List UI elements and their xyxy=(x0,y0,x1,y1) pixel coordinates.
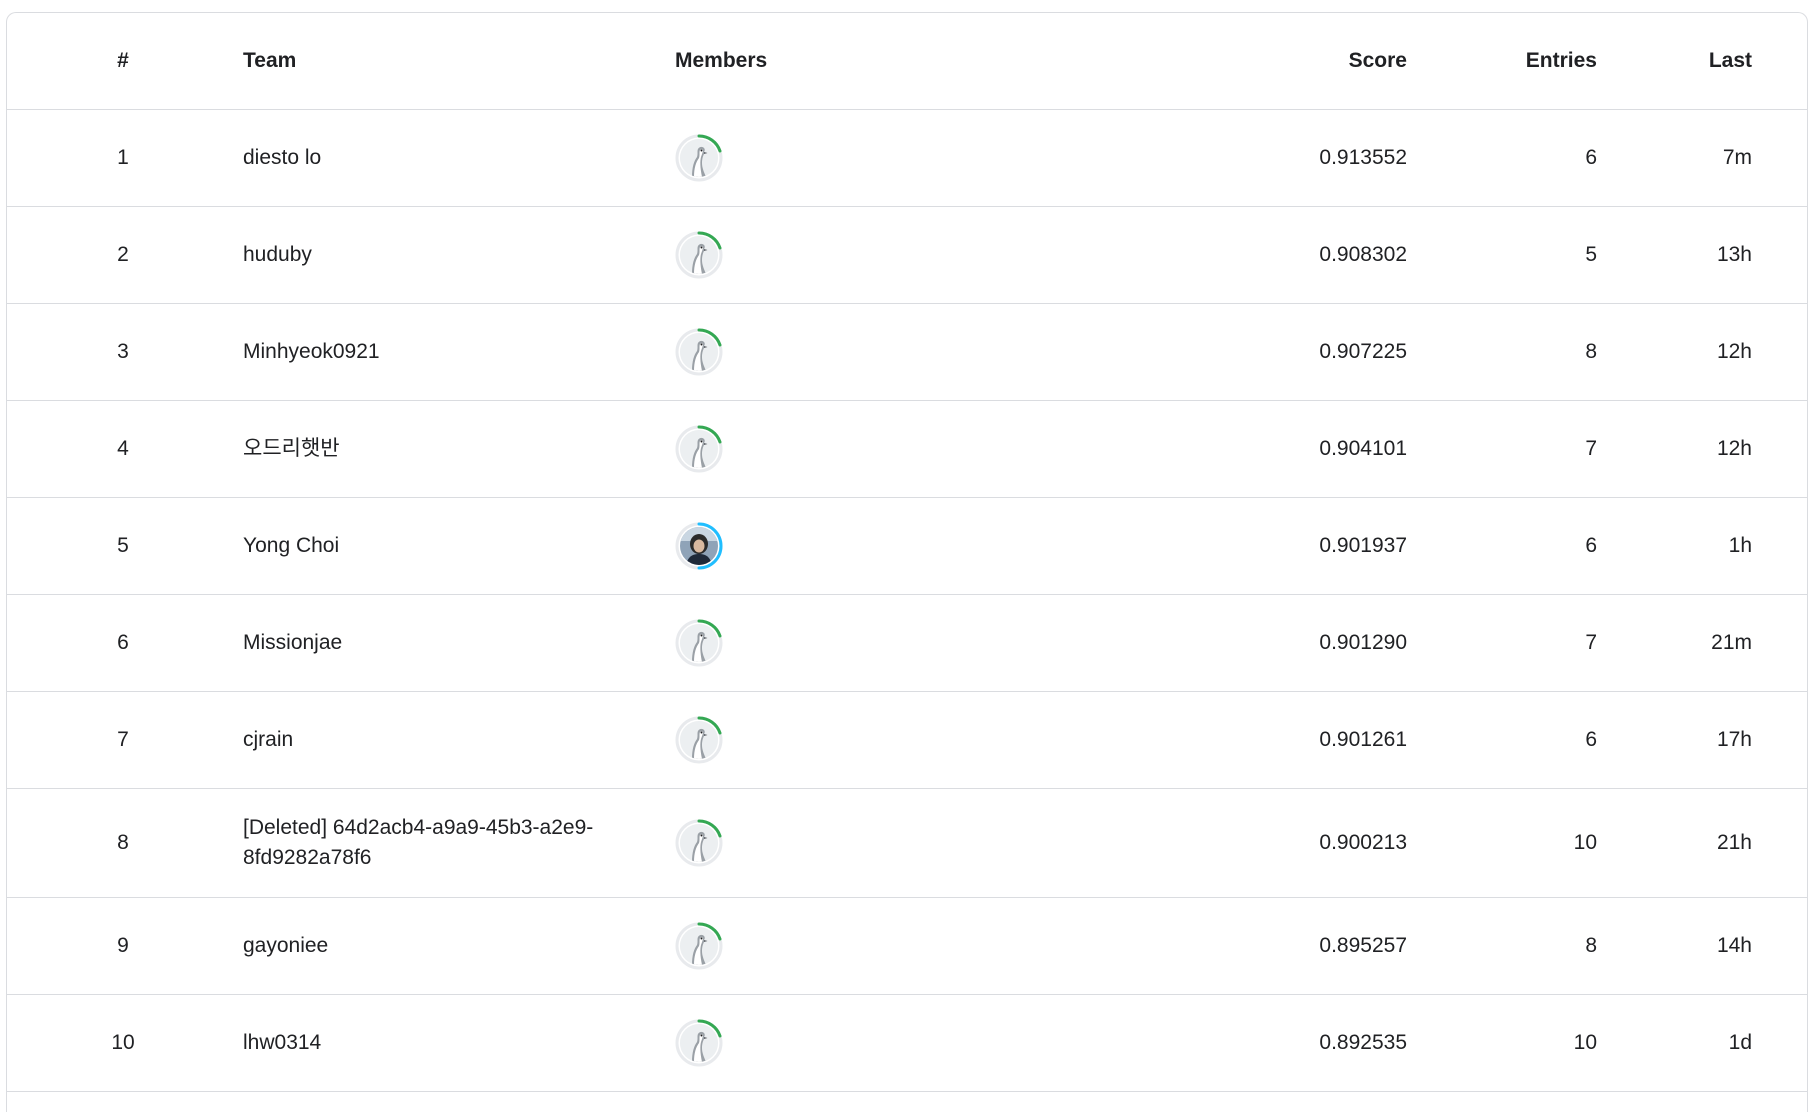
score-cell: 0.900213 xyxy=(1319,831,1407,854)
leaderboard-rows: 1 diesto lo 0.913552 6 7m 2 huduby 0.908302 5 13h… xyxy=(7,110,1807,1092)
last-submission-cell: 12h xyxy=(1716,437,1752,460)
score-cell: 0.901261 xyxy=(1319,728,1407,751)
table-row: 10 lhw0314 0.892535 10 1d xyxy=(7,995,1807,1092)
rank-cell: 9 xyxy=(117,934,129,957)
member-avatar[interactable] xyxy=(675,819,723,867)
leaderboard-header: # Team Members Score Entries Last xyxy=(7,13,1807,110)
leaderboard-table: # Team Members Score Entries Last 1 diest… xyxy=(6,12,1808,1112)
score-cell: 0.895257 xyxy=(1319,934,1407,957)
member-avatar[interactable] xyxy=(675,522,723,570)
last-submission-cell: 21m xyxy=(1711,631,1752,654)
team-name[interactable]: huduby xyxy=(243,207,643,303)
table-row: 4 오드리햇반 0.904101 7 12h xyxy=(7,401,1807,498)
rank-cell: 2 xyxy=(117,243,129,266)
default-goose-avatar xyxy=(680,824,718,862)
members-cell xyxy=(675,898,875,994)
last-submission-cell: 7m xyxy=(1722,146,1752,169)
team-name[interactable]: Minhyeok0921 xyxy=(243,304,643,400)
default-goose-avatar xyxy=(680,236,718,274)
member-avatar[interactable] xyxy=(675,1019,723,1067)
header-entries[interactable]: Entries xyxy=(1447,13,1597,109)
table-row: 6 Missionjae 0.901290 7 21m xyxy=(7,595,1807,692)
entries-cell: 10 xyxy=(1573,1031,1597,1054)
default-goose-avatar xyxy=(680,624,718,662)
entries-cell: 10 xyxy=(1573,831,1597,854)
member-avatar[interactable] xyxy=(675,619,723,667)
score-cell: 0.892535 xyxy=(1319,1031,1407,1054)
team-name[interactable]: diesto lo xyxy=(243,110,643,206)
score-cell: 0.901937 xyxy=(1319,534,1407,557)
members-cell xyxy=(675,692,875,788)
last-submission-cell: 1h xyxy=(1728,534,1752,557)
team-name[interactable]: 오드리햇반 xyxy=(243,401,643,497)
table-row: 3 Minhyeok0921 0.907225 8 12h xyxy=(7,304,1807,401)
team-name[interactable]: cjrain xyxy=(243,692,643,788)
default-goose-avatar xyxy=(680,1024,718,1062)
user-photo-avatar xyxy=(680,527,718,565)
entries-cell: 7 xyxy=(1585,437,1597,460)
table-row: 8 [Deleted] 64d2acb4-a9a9-45b3-a2e9-8fd92… xyxy=(7,789,1807,898)
rank-cell: 6 xyxy=(117,631,129,654)
members-cell xyxy=(675,304,875,400)
rank-cell: 4 xyxy=(117,437,129,460)
entries-cell: 6 xyxy=(1585,534,1597,557)
entries-cell: 8 xyxy=(1585,934,1597,957)
team-name[interactable]: Missionjae xyxy=(243,595,643,691)
members-cell xyxy=(675,995,875,1091)
default-goose-avatar xyxy=(680,139,718,177)
entries-cell: 6 xyxy=(1585,146,1597,169)
rank-cell: 1 xyxy=(117,146,129,169)
entries-cell: 5 xyxy=(1585,243,1597,266)
rank-cell: 8 xyxy=(117,831,129,854)
score-cell: 0.907225 xyxy=(1319,340,1407,363)
member-avatar[interactable] xyxy=(675,231,723,279)
rank-cell: 7 xyxy=(117,728,129,751)
members-cell xyxy=(675,401,875,497)
table-row: 5 Yong Choi 0.901937 6 1h xyxy=(7,498,1807,595)
header-last[interactable]: Last xyxy=(1607,13,1752,109)
header-team[interactable]: Team xyxy=(243,13,643,109)
table-row: 7 cjrain 0.901261 6 17h xyxy=(7,692,1807,789)
header-score[interactable]: Score xyxy=(1107,13,1407,109)
members-cell xyxy=(675,207,875,303)
table-row: 2 huduby 0.908302 5 13h xyxy=(7,207,1807,304)
member-avatar[interactable] xyxy=(675,716,723,764)
default-goose-avatar xyxy=(680,721,718,759)
default-goose-avatar xyxy=(680,333,718,371)
last-submission-cell: 12h xyxy=(1716,340,1752,363)
entries-cell: 6 xyxy=(1585,728,1597,751)
header-rank[interactable]: # xyxy=(73,13,173,109)
member-avatar[interactable] xyxy=(675,134,723,182)
member-avatar[interactable] xyxy=(675,425,723,473)
score-cell: 0.901290 xyxy=(1319,631,1407,654)
team-name[interactable]: Yong Choi xyxy=(243,498,643,594)
members-cell xyxy=(675,595,875,691)
table-row: 9 gayoniee 0.895257 8 14h xyxy=(7,898,1807,995)
member-avatar[interactable] xyxy=(675,328,723,376)
last-submission-cell: 13h xyxy=(1716,243,1752,266)
score-cell: 0.904101 xyxy=(1319,437,1407,460)
default-goose-avatar xyxy=(680,430,718,468)
entries-cell: 8 xyxy=(1585,340,1597,363)
members-cell xyxy=(675,789,875,897)
header-members: Members xyxy=(675,49,768,72)
default-goose-avatar xyxy=(680,927,718,965)
score-cell: 0.913552 xyxy=(1319,146,1407,169)
team-name[interactable]: lhw0314 xyxy=(243,995,643,1091)
table-row: 1 diesto lo 0.913552 6 7m xyxy=(7,110,1807,207)
members-cell xyxy=(675,498,875,594)
last-submission-cell: 21h xyxy=(1716,831,1752,854)
team-name[interactable]: [Deleted] 64d2acb4-a9a9-45b3-a2e9-8fd928… xyxy=(243,789,595,897)
entries-cell: 7 xyxy=(1585,631,1597,654)
rank-cell: 5 xyxy=(117,534,129,557)
last-submission-cell: 17h xyxy=(1716,728,1752,751)
score-cell: 0.908302 xyxy=(1319,243,1407,266)
rank-cell: 3 xyxy=(117,340,129,363)
last-submission-cell: 14h xyxy=(1716,934,1752,957)
members-cell xyxy=(675,110,875,206)
member-avatar[interactable] xyxy=(675,922,723,970)
last-submission-cell: 1d xyxy=(1728,1031,1752,1054)
team-name[interactable]: gayoniee xyxy=(243,898,643,994)
rank-cell: 10 xyxy=(111,1031,135,1054)
